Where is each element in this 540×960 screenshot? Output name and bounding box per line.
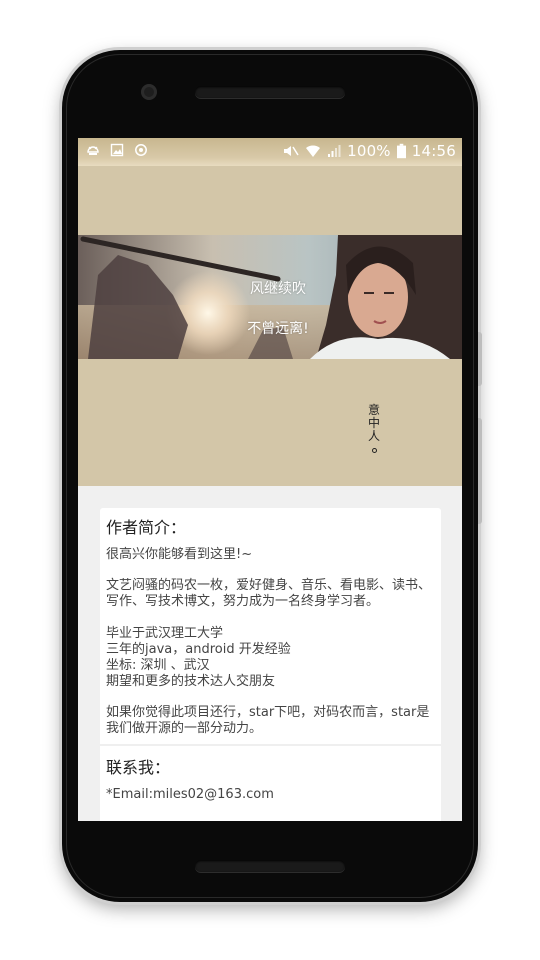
experience-text: 三年的java，android 开发经验 [106, 642, 291, 657]
app-screen[interactable]: 100% 14:56 风继续吹 不曾远离! 意中人 作者简介： 很高兴你能够看到… [78, 138, 462, 821]
bottom-speaker [195, 860, 345, 872]
calligraphy-seal: 意中人 [367, 404, 381, 456]
hope-text: 期望和更多的技术达人交朋友 [106, 674, 276, 689]
power-button [478, 418, 482, 524]
signal-icon [328, 145, 341, 157]
star-request-text: 如果你觉得此项目还行，star下吧，对码农而言，star是我们做开源的一部分动力… [106, 705, 430, 736]
sync-icon [135, 144, 147, 156]
contact-title: 联系我： [106, 758, 171, 777]
image-icon [110, 143, 124, 157]
intro-text: 文艺闷骚的码农一枚，爱好健身、音乐、看电影、读书、写作、写技术博文，努力成为一名… [106, 578, 432, 609]
clock: 14:56 [411, 142, 456, 160]
header-image: 风继续吹 不曾远离! 意中人 [78, 166, 462, 486]
section-divider [100, 744, 441, 746]
about-card: 作者简介： 很高兴你能够看到这里!~ 文艺闷骚的码农一枚，爱好健身、音乐、看电影… [100, 508, 441, 821]
volume-button [478, 332, 482, 386]
battery-percent: 100% [347, 142, 391, 160]
seal-mark [371, 448, 377, 453]
banner-line-1: 风继续吹 [250, 281, 306, 297]
about-title: 作者简介： [106, 518, 187, 537]
banner-line-2: 不曾远离! [247, 321, 309, 337]
email-text[interactable]: *Email:miles02@163.com [106, 787, 274, 803]
android-debug-icon [87, 146, 99, 155]
location-text: 坐标: 深圳 、武汉 [106, 658, 210, 673]
seal-text: 意中人 [367, 403, 380, 443]
top-speaker [195, 86, 345, 98]
greeting-text: 很高兴你能够看到这里!~ [106, 547, 253, 562]
battery-icon [396, 143, 406, 159]
front-camera [141, 84, 157, 100]
status-bar: 100% 14:56 [78, 138, 462, 166]
school-text: 毕业于武汉理工大学 [106, 626, 224, 641]
mute-icon [284, 146, 299, 156]
wifi-icon [306, 145, 321, 157]
